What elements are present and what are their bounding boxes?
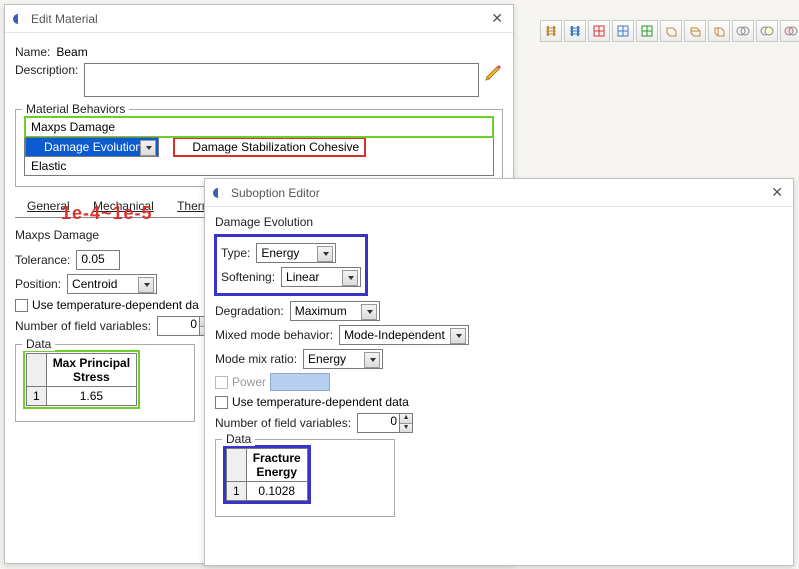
tool-icon-4[interactable] <box>612 20 634 42</box>
type-label: Type: <box>221 246 250 260</box>
tool-icon-10[interactable] <box>756 20 778 42</box>
use-temp-checkbox-sub[interactable] <box>215 396 228 409</box>
behavior-damage-stabilization-cohesive[interactable]: Damage Stabilization Cohesive <box>174 138 365 156</box>
position-select[interactable]: Centroid <box>67 274 157 294</box>
degradation-label: Degradation: <box>215 304 284 318</box>
app-icon <box>11 12 25 26</box>
fracture-energy-value[interactable]: 0.1028 <box>246 482 307 501</box>
col-max-principal-stress: Max Principal Stress <box>46 354 136 387</box>
description-label: Description: <box>15 63 78 77</box>
edit-pencil-icon[interactable] <box>485 63 503 84</box>
position-label: Position: <box>15 277 61 291</box>
tolerance-input[interactable]: 0.05 <box>76 250 120 270</box>
mixed-mode-select[interactable]: Mode-Independent <box>339 325 469 345</box>
description-input[interactable] <box>84 63 479 97</box>
fracture-energy-table[interactable]: Fracture Energy 10.1028 <box>226 448 308 501</box>
max-principal-stress-value[interactable]: 1.65 <box>46 387 136 406</box>
mixed-mode-value: Mode-Independent <box>344 328 445 342</box>
annotation-coefficient: 1e-4~1e-5 <box>61 203 153 224</box>
behavior-maxps-damage[interactable]: Maxps Damage <box>25 117 493 137</box>
use-temp-label-sub: Use temperature-dependent data <box>232 395 409 409</box>
mode-mix-ratio-select[interactable]: Energy <box>303 349 383 369</box>
type-value: Energy <box>261 246 299 260</box>
num-field-vars-value[interactable]: 0 <box>157 316 199 336</box>
mode-mix-ratio-label: Mode mix ratio: <box>215 352 297 366</box>
suboption-titlebar: Suboption Editor ✕ <box>205 179 793 207</box>
tool-icon-3[interactable] <box>588 20 610 42</box>
type-select[interactable]: Energy <box>256 243 336 263</box>
power-label: Power <box>232 375 266 389</box>
data-title-sub: Data <box>222 432 255 446</box>
background-toolbar <box>540 20 799 42</box>
power-input <box>270 373 330 391</box>
softening-label: Softening: <box>221 270 275 284</box>
position-value: Centroid <box>72 277 117 291</box>
material-behaviors-list[interactable]: Maxps Damage Damage Evolution Damage Sta… <box>24 116 494 176</box>
tolerance-label: Tolerance: <box>15 253 70 267</box>
mixed-mode-label: Mixed mode behavior: <box>215 328 333 342</box>
power-checkbox <box>215 376 228 389</box>
softening-value: Linear <box>286 270 319 284</box>
mode-mix-ratio-value: Energy <box>308 352 346 366</box>
num-field-vars-spinner-sub[interactable]: 0 ▲▼ <box>357 413 413 433</box>
damage-evolution-header: Damage Evolution <box>215 215 783 229</box>
tool-icon-5[interactable] <box>636 20 658 42</box>
material-behaviors-title: Material Behaviors <box>22 102 129 116</box>
row-num: 1 <box>27 387 47 406</box>
num-field-vars-label-sub: Number of field variables: <box>215 416 351 430</box>
name-label: Name: <box>15 45 50 59</box>
maxps-data-table[interactable]: Max Principal Stress 11.65 <box>26 353 137 406</box>
use-temp-checkbox[interactable] <box>15 299 28 312</box>
data-title: Data <box>22 337 55 351</box>
degradation-select[interactable]: Maximum <box>290 301 380 321</box>
num-field-vars-label: Number of field variables: <box>15 319 151 333</box>
behavior-elastic[interactable]: Elastic <box>25 157 493 175</box>
tool-icon-1[interactable] <box>540 20 562 42</box>
app-icon <box>211 186 225 200</box>
use-temp-label: Use temperature-dependent da <box>32 298 199 312</box>
tool-icon-7[interactable] <box>684 20 706 42</box>
tool-icon-2[interactable] <box>564 20 586 42</box>
softening-select[interactable]: Linear <box>281 267 361 287</box>
behavior-damage-evolution[interactable]: Damage Evolution <box>25 137 159 157</box>
num-field-vars-value-sub[interactable]: 0 <box>357 413 399 433</box>
tool-icon-8[interactable] <box>708 20 730 42</box>
edit-material-titlebar: Edit Material ✕ <box>5 5 513 33</box>
tool-icon-6[interactable] <box>660 20 682 42</box>
suboption-title: Suboption Editor <box>231 186 767 200</box>
col-fracture-energy: Fracture Energy <box>246 449 307 482</box>
degradation-value: Maximum <box>295 304 347 318</box>
close-icon[interactable]: ✕ <box>487 10 507 27</box>
tool-icon-11[interactable] <box>780 20 799 42</box>
edit-material-title: Edit Material <box>31 12 487 26</box>
tool-icon-9[interactable] <box>732 20 754 42</box>
name-value: Beam <box>56 45 87 59</box>
row-num-sub: 1 <box>227 482 247 501</box>
close-icon[interactable]: ✕ <box>767 184 787 201</box>
suboption-editor-window: Suboption Editor ✕ Damage Evolution Type… <box>204 178 794 566</box>
